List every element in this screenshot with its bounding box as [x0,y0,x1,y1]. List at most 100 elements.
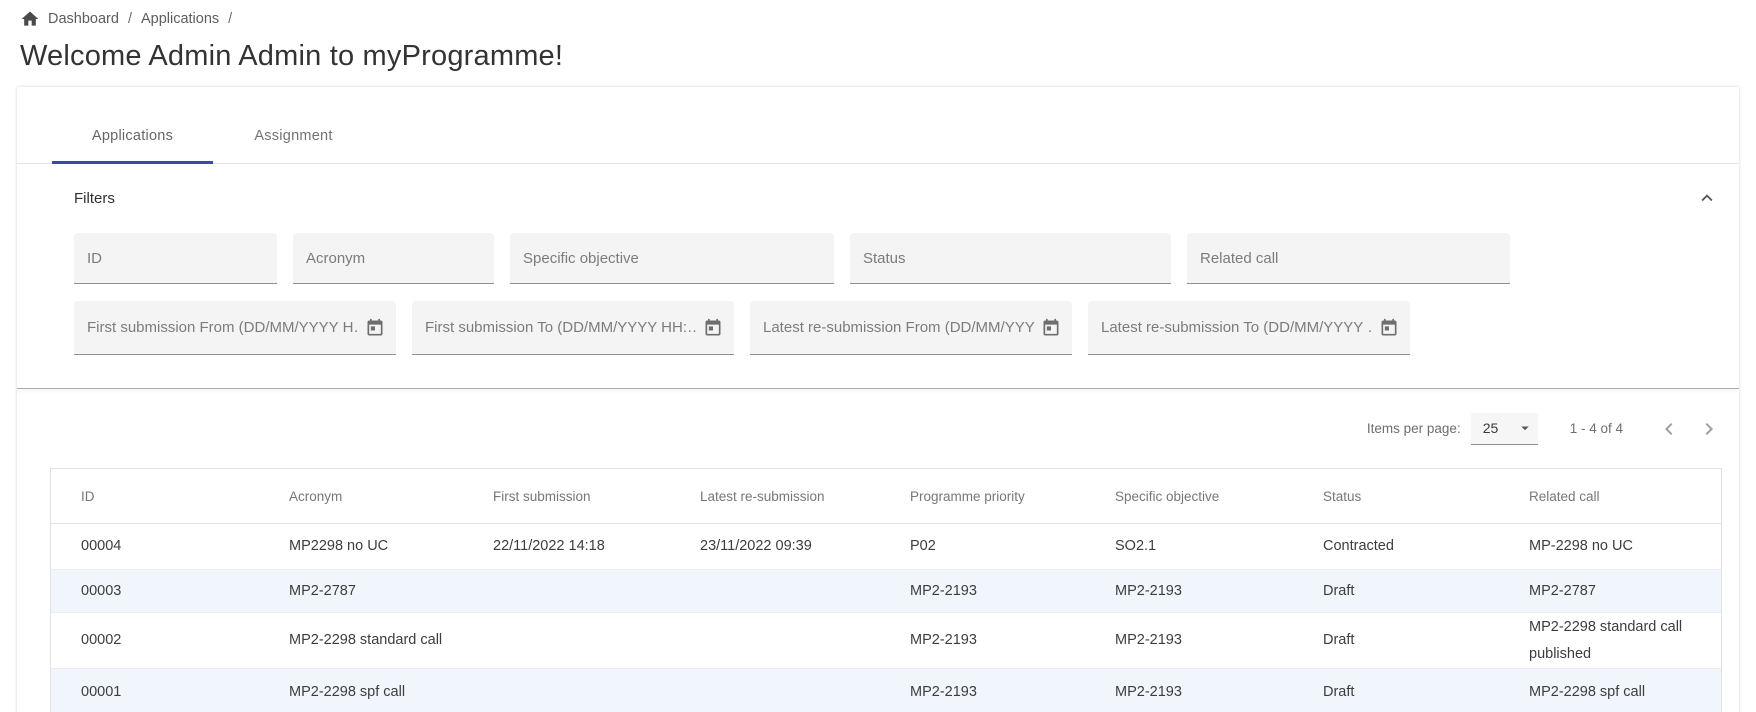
tab-assignment[interactable]: Assignment [213,109,374,163]
table-cell: Draft [1293,570,1499,613]
table-cell: Draft [1293,669,1499,712]
paginator-range-label: 1 - 4 of 4 [1570,421,1623,436]
filter-field-acronym [293,233,494,284]
filters-header: Filters [17,186,1739,210]
calendar-icon [1041,318,1061,338]
table-cell: MP2-2193 [1085,613,1293,669]
table-cell: MP2-2298 standard call published [1499,613,1721,669]
main-card: Applications Assignment Filters Items per… [17,87,1739,712]
filter-date-input-1[interactable] [425,319,698,336]
table-cell: MP2-2298 standard call [259,613,463,669]
column-header-programme-priority: Programme priority [880,469,1085,524]
table-cell: P02 [880,524,1085,570]
tab-label: Applications [92,128,173,144]
breadcrumb-items: Dashboard/Applications/ [48,11,241,27]
table-cell [670,613,880,669]
table-cell: 00001 [51,669,259,712]
column-header-acronym: Acronym [259,469,463,524]
filters-row-text [17,233,1739,284]
table-cell: MP2298 no UC [259,524,463,570]
breadcrumb: Dashboard/Applications/ [0,0,1756,29]
table-cell [463,669,670,712]
filter-date-field-2 [750,301,1072,355]
page-size-select[interactable]: 25 [1471,413,1538,445]
filter-date-input-3[interactable] [1101,319,1374,336]
filter-input-related-call[interactable] [1200,250,1504,267]
tab-bar: Applications Assignment [17,87,1739,164]
tab-applications[interactable]: Applications [52,109,213,163]
filter-date-field-1 [412,301,734,355]
filter-field-related-call [1187,233,1510,284]
column-header-first-submission: First submission [463,469,670,524]
table-cell: MP2-2193 [880,570,1085,613]
chevron-up-icon [1696,187,1718,209]
table-cell: 23/11/2022 09:39 [670,524,880,570]
table-header-row: IDAcronymFirst submissionLatest re-submi… [51,469,1721,524]
table-cell: MP2-2787 [259,570,463,613]
table-cell [670,570,880,613]
datepicker-toggle-button[interactable] [698,313,728,343]
table-cell: 00004 [51,524,259,570]
tab-label: Assignment [254,128,332,144]
filter-date-field-3 [1088,301,1410,355]
filter-input-specific-objective[interactable] [523,250,828,267]
column-header-specific-objective: Specific objective [1085,469,1293,524]
datepicker-toggle-button[interactable] [1374,313,1404,343]
table-cell: Contracted [1293,524,1499,570]
next-page-button[interactable] [1689,409,1729,449]
table-cell: MP2-2193 [880,613,1085,669]
filters-collapse-button[interactable] [1695,186,1719,210]
table-cell: MP2-2298 spf call [1499,669,1721,712]
table-row[interactable]: 00004MP2298 no UC22/11/2022 14:1823/11/2… [51,524,1721,570]
table-cell: MP-2298 no UC [1499,524,1721,570]
filter-input-acronym[interactable] [306,250,488,267]
table-row[interactable]: 00001MP2-2298 spf callMP2-2193MP2-2193Dr… [51,669,1721,712]
filter-input-status[interactable] [863,250,1165,267]
table-cell [463,613,670,669]
table-row[interactable]: 00002MP2-2298 standard callMP2-2193MP2-2… [51,613,1721,669]
table-cell: MP2-2298 spf call [259,669,463,712]
table-cell: MP2-2193 [880,669,1085,712]
table-cell: SO2.1 [1085,524,1293,570]
filter-date-field-0 [74,301,396,355]
filter-field-id [74,233,277,284]
table-cell [670,669,880,712]
filter-field-specific-objective [510,233,834,284]
column-header-status: Status [1293,469,1499,524]
filter-date-input-0[interactable] [87,319,360,336]
filters-title: Filters [74,190,115,207]
page-size-value: 25 [1483,420,1516,436]
caret-down-icon [1516,419,1534,437]
column-header-latest-re-submission: Latest re-submission [670,469,880,524]
table-cell: MP2-2193 [1085,570,1293,613]
filter-field-status [850,233,1171,284]
table-cell: 00003 [51,570,259,613]
table-cell: MP2-2787 [1499,570,1721,613]
table-cell [463,570,670,613]
filter-input-id[interactable] [87,250,271,267]
calendar-icon [365,318,385,338]
datepicker-toggle-button[interactable] [1036,313,1066,343]
table-cell: 22/11/2022 14:18 [463,524,670,570]
applications-table: IDAcronymFirst submissionLatest re-submi… [50,468,1722,712]
home-icon[interactable] [20,9,40,29]
table-row[interactable]: 00003MP2-2787MP2-2193MP2-2193DraftMP2-27… [51,570,1721,613]
breadcrumb-separator: / [128,11,132,27]
filters-row-dates [17,301,1739,355]
chevron-left-icon [1657,417,1681,441]
calendar-icon [1379,318,1399,338]
calendar-icon [703,318,723,338]
table-body: 00004MP2298 no UC22/11/2022 14:1823/11/2… [51,524,1721,712]
breadcrumb-item-applications[interactable]: Applications [141,11,219,27]
filter-date-input-2[interactable] [763,319,1036,336]
table-cell: Draft [1293,613,1499,669]
table-cell: 00002 [51,613,259,669]
column-header-related-call: Related call [1499,469,1721,524]
items-per-page-label: Items per page: [1367,421,1461,436]
chevron-right-icon [1697,417,1721,441]
table-cell: MP2-2193 [1085,669,1293,712]
breadcrumb-item-dashboard[interactable]: Dashboard [48,11,119,27]
previous-page-button[interactable] [1649,409,1689,449]
datepicker-toggle-button[interactable] [360,313,390,343]
page-title: Welcome Admin Admin to myProgramme! [20,40,1756,73]
